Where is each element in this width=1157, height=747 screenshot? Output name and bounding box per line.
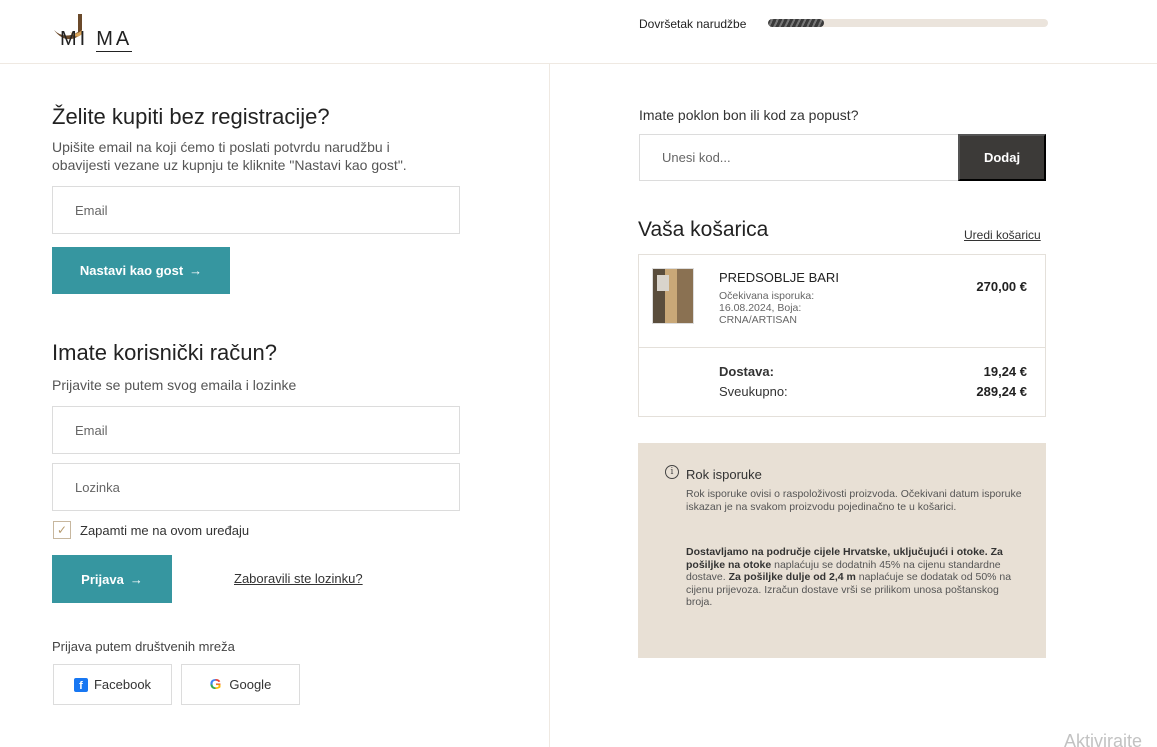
shipping-value: 19,24 € <box>983 364 1027 379</box>
social-login-title: Prijava putem društvenih mreža <box>52 639 235 654</box>
delivery-info-details: Dostavljamo na područje cijele Hrvatske,… <box>686 546 1026 609</box>
login-email-input[interactable] <box>53 407 459 453</box>
logo-text-ma: MA <box>96 28 133 52</box>
shipping-label: Dostava: <box>719 364 774 379</box>
google-label: Google <box>229 677 272 692</box>
product-thumbnail[interactable] <box>652 268 694 324</box>
cart-summary: PREDSOBLJE BARI Očekivana isporuka: 16.0… <box>638 254 1046 417</box>
remember-me-checkbox[interactable]: ✓ <box>53 521 71 539</box>
forgot-password-link[interactable]: Zaboravili ste lozinku? <box>234 571 363 586</box>
guest-title: Želite kupiti bez registracije? <box>52 104 330 129</box>
mima-logo[interactable]: MI MA <box>52 10 162 55</box>
login-password-field[interactable] <box>52 463 460 511</box>
login-description: Prijavite se putem svog emaila i lozinke <box>52 377 297 393</box>
guest-description: Upišite email na koji ćemo ti poslati po… <box>52 139 407 173</box>
google-icon: G <box>209 676 222 693</box>
total-value: 289,24 € <box>976 384 1027 399</box>
cart-item-meta: Očekivana isporuka: 16.08.2024, Boja: CR… <box>719 290 815 326</box>
windows-activation-watermark: Aktivirajte <box>1064 731 1143 747</box>
login-button[interactable]: Prijava → <box>52 555 172 603</box>
info-icon: i <box>665 465 679 479</box>
voucher-field[interactable] <box>639 134 959 181</box>
facebook-label: Facebook <box>93 677 152 692</box>
header: MI MA Dovršetak narudžbe <box>0 0 1157 64</box>
checkmark-icon: ✓ <box>56 523 68 537</box>
logo-text-mi: MI <box>60 28 89 50</box>
arrow-right-icon: → <box>189 263 203 278</box>
facebook-icon: f <box>73 677 88 692</box>
login-email-field[interactable] <box>52 406 460 454</box>
cart-item-name: PREDSOBLJE BARI <box>719 270 839 285</box>
add-voucher-button[interactable]: Dodaj <box>958 134 1046 181</box>
login-button-label: Prijava <box>81 571 124 587</box>
delivery-info-text: Rok isporuke ovisi o raspoloživosti proi… <box>686 488 1022 513</box>
login-title: Imate korisnički račun? <box>52 340 277 365</box>
column-divider <box>549 64 550 747</box>
checkout-progress-fill <box>768 19 824 27</box>
login-password-input[interactable] <box>53 464 459 510</box>
cart-item-price: 270,00 € <box>976 279 1027 294</box>
guest-email-field[interactable] <box>52 186 460 234</box>
total-label: Sveukupno: <box>719 384 788 399</box>
continue-as-guest-button[interactable]: Nastavi kao gost → <box>52 247 230 294</box>
guest-email-input[interactable] <box>53 187 459 233</box>
google-login-button[interactable]: G Google <box>181 664 300 705</box>
voucher-title: Imate poklon bon ili kod za popust? <box>639 107 859 123</box>
delivery-info-title: Rok isporuke <box>686 467 762 482</box>
cart-separator <box>639 347 1045 348</box>
voucher-input[interactable] <box>640 135 958 180</box>
long-shipment-text: Za pošiljke dulje od 2,4 m <box>728 571 856 583</box>
progress-label: Dovršetak narudžbe <box>639 17 747 31</box>
facebook-login-button[interactable]: f Facebook <box>53 664 172 705</box>
cart-title: Vaša košarica <box>638 218 769 241</box>
remember-me-label[interactable]: Zapamti me na ovom uređaju <box>80 523 249 538</box>
delivery-info-box: i Rok isporuke Rok isporuke ovisi o rasp… <box>638 443 1046 658</box>
edit-cart-link[interactable]: Uredi košaricu <box>964 228 1041 242</box>
arrow-right-icon: → <box>129 571 143 587</box>
checkout-progress-bar <box>768 19 1048 27</box>
continue-as-guest-label: Nastavi kao gost <box>79 263 184 278</box>
